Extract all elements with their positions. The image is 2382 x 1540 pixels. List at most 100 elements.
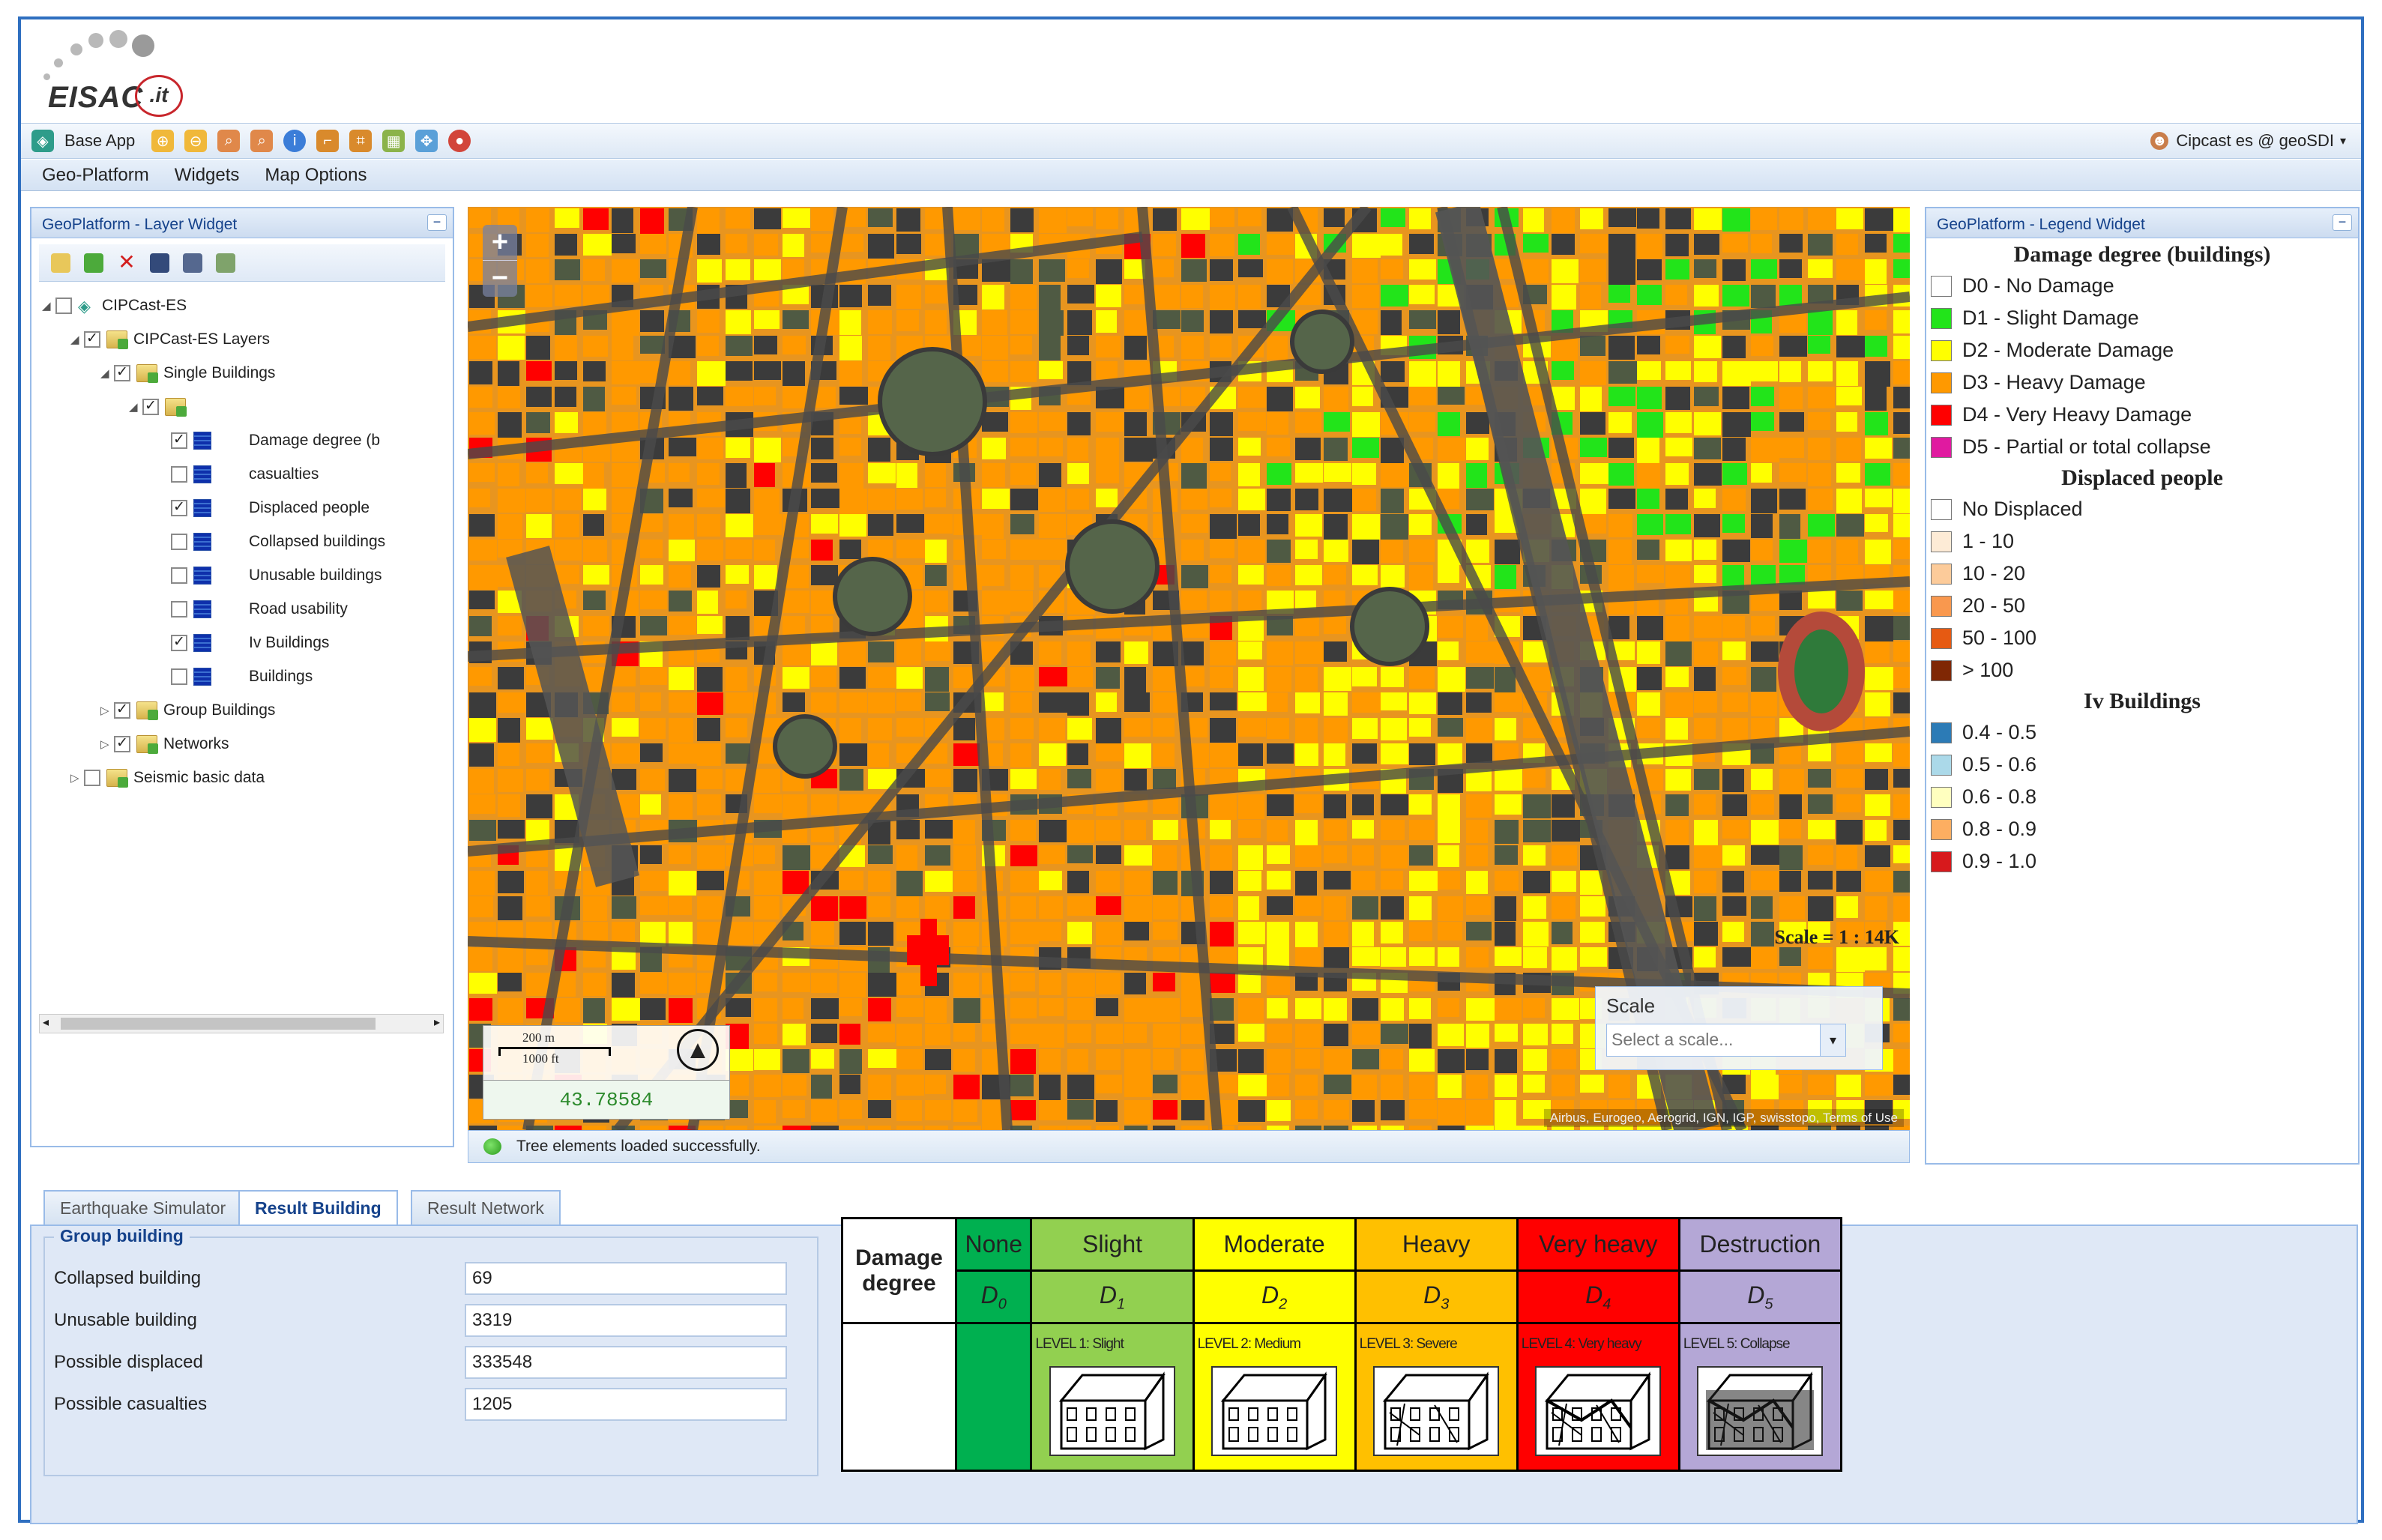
menu-map-options[interactable]: Map Options bbox=[265, 165, 367, 186]
scrollbar-thumb[interactable] bbox=[61, 1018, 376, 1030]
legend-item: D3 - Heavy Damage bbox=[1926, 366, 2358, 399]
collapse-arrow-icon[interactable]: ◢ bbox=[42, 299, 55, 312]
tab-result-building[interactable]: Result Building bbox=[238, 1190, 398, 1226]
base-app-label: Base App bbox=[64, 131, 136, 150]
zoom-extent-icon[interactable]: ⌕ bbox=[250, 130, 274, 152]
map-view[interactable]: + − Scale = 1 : 14K 200 m 1000 ft ▲ 43.7… bbox=[468, 207, 1910, 1130]
field-value[interactable]: 3319 bbox=[465, 1304, 787, 1337]
collapse-arrow-icon[interactable]: ◢ bbox=[70, 333, 84, 346]
zoom-box-icon[interactable]: ⌕ bbox=[217, 130, 241, 152]
legend-label: D1 - Slight Damage bbox=[1962, 307, 2139, 329]
chevron-down-icon[interactable]: ▾ bbox=[1820, 1024, 1845, 1056]
degree-level-cell: LEVEL 2: Medium bbox=[1192, 1322, 1357, 1472]
tree-node[interactable]: ▷ ✓ Networks bbox=[100, 729, 229, 759]
expand-arrow-icon[interactable]: ▷ bbox=[100, 737, 114, 751]
tree-node[interactable]: ◢ ✓ bbox=[129, 392, 192, 422]
layer-checkbox[interactable] bbox=[171, 466, 187, 483]
tree-node[interactable]: ▷ Seismic basic data bbox=[70, 763, 265, 793]
tree-node[interactable]: ◢ ✓ Single Buildings bbox=[100, 358, 275, 388]
zoom-out-tool-icon[interactable]: ⊖ bbox=[184, 130, 208, 152]
legend-swatch bbox=[1931, 851, 1952, 872]
globe-icon[interactable]: ● bbox=[448, 130, 471, 152]
legend-label: 0.9 - 1.0 bbox=[1962, 850, 2037, 872]
tree-node[interactable]: casualties bbox=[157, 459, 319, 489]
layer-checkbox[interactable] bbox=[84, 770, 100, 786]
layer-checkbox[interactable]: ✓ bbox=[114, 736, 130, 752]
field-value[interactable]: 1205 bbox=[465, 1388, 787, 1421]
zoom-in-button[interactable]: + bbox=[483, 225, 517, 261]
layer-checkbox[interactable] bbox=[171, 601, 187, 617]
layer-checkbox[interactable]: ✓ bbox=[114, 365, 130, 381]
layer-checkbox[interactable]: ✓ bbox=[142, 399, 159, 415]
layer-checkbox[interactable]: ✓ bbox=[114, 702, 130, 719]
layer-checkbox[interactable] bbox=[171, 567, 187, 584]
layer-checkbox[interactable] bbox=[171, 668, 187, 685]
field-value[interactable]: 333548 bbox=[465, 1346, 787, 1379]
layer-checkbox[interactable]: ✓ bbox=[171, 635, 187, 651]
add-folder-icon[interactable] bbox=[51, 253, 70, 273]
layer-checkbox[interactable]: ✓ bbox=[171, 432, 187, 449]
tab-result-network[interactable]: Result Network bbox=[411, 1190, 561, 1225]
scale-select[interactable]: ▾ bbox=[1606, 1024, 1846, 1057]
tree-node-label: Unusable buildings bbox=[249, 567, 382, 584]
tab-earthquake-simulator[interactable]: Earthquake Simulator bbox=[43, 1190, 243, 1225]
degree-symbol-index: 5 bbox=[1764, 1296, 1773, 1312]
legend-label: > 100 bbox=[1962, 659, 2014, 681]
layer-checkbox[interactable] bbox=[171, 534, 187, 550]
collapse-layer-widget-button[interactable]: − bbox=[427, 214, 447, 231]
scroll-right-icon[interactable]: ▸ bbox=[434, 1015, 440, 1030]
tree-node[interactable]: Buildings bbox=[157, 662, 313, 692]
layer-checkbox[interactable] bbox=[55, 298, 72, 314]
zoom-in-tool-icon[interactable]: ⊕ bbox=[151, 130, 175, 152]
horizontal-scrollbar[interactable]: ◂ ▸ bbox=[39, 1014, 444, 1033]
tree-node[interactable]: ▷ ✓ Group Buildings bbox=[100, 695, 275, 725]
menu-widgets[interactable]: Widgets bbox=[175, 165, 240, 186]
tree-node[interactable]: ✓ Iv Buildings bbox=[157, 628, 329, 658]
field-value[interactable]: 69 bbox=[465, 1262, 787, 1295]
base-app-button[interactable]: ◈ Base App bbox=[31, 130, 135, 152]
degree-name: Heavy bbox=[1354, 1216, 1519, 1272]
delete-icon[interactable]: ✕ bbox=[117, 251, 136, 273]
tree-node[interactable]: Road usability bbox=[157, 594, 348, 624]
tree-node[interactable]: ◢ ✓ CIPCast-ES Layers bbox=[70, 324, 270, 354]
info-icon[interactable]: i bbox=[283, 130, 307, 152]
legend-swatch bbox=[1931, 563, 1952, 585]
layers-icon[interactable]: ▦ bbox=[382, 130, 405, 152]
collapse-legend-widget-button[interactable]: − bbox=[2333, 214, 2352, 231]
tree-node[interactable]: ◢ ◈ CIPCast-ES bbox=[42, 291, 187, 321]
add-layer-icon[interactable] bbox=[84, 253, 103, 273]
legend-item: > 100 bbox=[1926, 654, 2358, 686]
field-label: Collapsed building bbox=[54, 1268, 202, 1288]
legend-item: 50 - 100 bbox=[1926, 622, 2358, 654]
layer-checkbox[interactable]: ✓ bbox=[171, 500, 187, 516]
degree-symbol: D2 bbox=[1192, 1269, 1357, 1325]
measure-icon[interactable]: ⌐ bbox=[316, 130, 340, 152]
collapse-arrow-icon[interactable]: ◢ bbox=[129, 400, 142, 414]
tree-node[interactable]: ✓ Displaced people bbox=[157, 493, 370, 523]
legend-label: D4 - Very Heavy Damage bbox=[1962, 403, 2192, 426]
user-menu[interactable]: ☻ Cipcast es @ geoSDI ▾ bbox=[2150, 131, 2346, 151]
tree-node-label: Displaced people bbox=[249, 499, 370, 516]
expand-arrow-icon[interactable]: ▷ bbox=[100, 704, 114, 717]
status-bar: Tree elements loaded successfully. bbox=[468, 1130, 1910, 1163]
layer-checkbox[interactable]: ✓ bbox=[84, 331, 100, 348]
collapse-arrow-icon[interactable]: ◢ bbox=[100, 366, 114, 380]
tree-node-label: Damage degree (b bbox=[249, 432, 381, 449]
menu-geo-platform[interactable]: Geo-Platform bbox=[42, 165, 149, 186]
legend-swatch bbox=[1931, 307, 1952, 329]
pan-icon[interactable]: ✥ bbox=[415, 130, 438, 152]
zoom-out-button[interactable]: − bbox=[483, 261, 517, 297]
expand-arrow-icon[interactable]: ▷ bbox=[70, 771, 84, 785]
export-icon[interactable] bbox=[216, 253, 235, 273]
scroll-left-icon[interactable]: ◂ bbox=[43, 1015, 49, 1030]
save-icon[interactable] bbox=[150, 253, 169, 273]
tree-node[interactable]: ✓ Damage degree (b bbox=[157, 426, 380, 456]
tree-node[interactable]: Unusable buildings bbox=[157, 561, 382, 591]
tree-node[interactable]: Collapsed buildings bbox=[157, 527, 385, 557]
legend-label: D3 - Heavy Damage bbox=[1962, 371, 2146, 393]
legend-label: 20 - 50 bbox=[1962, 594, 2026, 617]
scalebar-panel: 200 m 1000 ft ▲ 43.78584 bbox=[483, 1025, 730, 1120]
measure-area-icon[interactable]: ⌗ bbox=[349, 130, 373, 152]
scale-input[interactable] bbox=[1607, 1024, 1809, 1054]
save-as-icon[interactable] bbox=[183, 253, 202, 273]
